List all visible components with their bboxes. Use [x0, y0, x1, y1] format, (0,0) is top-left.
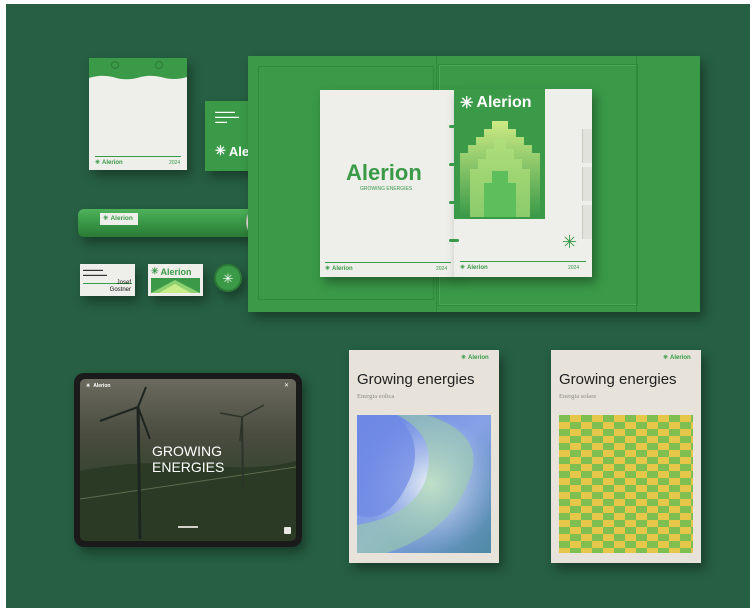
asterisk-icon: ✳ — [325, 266, 331, 272]
badge-card-logo: ✳ Alerion — [151, 266, 192, 277]
notepad-torn-edge — [89, 74, 187, 80]
book-wind-title: Growing energies — [357, 371, 475, 388]
badge-card-pattern — [151, 278, 200, 293]
tablet-scroll-indicator[interactable] — [178, 526, 198, 528]
business-card-first-name: Josef — [116, 280, 131, 286]
notepad-logo: ✳ Alerion — [95, 159, 123, 167]
asterisk-icon: ✳ — [215, 143, 226, 158]
tablet-headline-line1: GROWING — [152, 443, 222, 459]
asterisk-icon: ✳ — [95, 160, 101, 166]
binder-ring-1 — [449, 125, 459, 128]
book-solar: ✳ Alerion Growing energies Energia solare — [551, 350, 701, 563]
notepad-rule — [95, 156, 181, 157]
book-wind-logo: ✳ Alerion — [461, 354, 489, 362]
binder-ring-4 — [449, 239, 459, 242]
tube: ✳ Alerion — [78, 209, 254, 237]
asterisk-icon: ✳ — [562, 232, 578, 252]
business-card: ▬▬▬▬▬ ▬▬▬▬▬▬ Josef Gostner — [80, 264, 135, 296]
book-solar-checker-pattern — [559, 415, 693, 553]
tube-logo: ✳ Alerion — [103, 214, 133, 223]
folder-document-tagline: GROWING ENERGIES — [360, 186, 413, 192]
asterisk-icon: ✳ — [222, 270, 234, 286]
asterisk-icon: ✳ — [151, 266, 159, 276]
tablet-logo: ✳ Alerion — [86, 383, 111, 389]
binder-footer-logo: ✳ Alerion — [460, 264, 488, 272]
notepad-ring-left — [111, 61, 119, 69]
book-solar-title: Growing energies — [559, 371, 677, 388]
binder-ring-2 — [449, 163, 459, 166]
book-wind-subtitle: Energia eolica — [357, 393, 395, 400]
binder-rule — [460, 261, 586, 262]
binder-stepped-pattern — [460, 113, 540, 217]
folder-document-footer-logo: ✳ Alerion — [325, 265, 353, 273]
notepad-ring-right — [155, 61, 163, 69]
binder-tab-2 — [582, 167, 592, 201]
book-solar-subtitle: Energia solare — [559, 393, 597, 400]
round-sticker: ✳ — [214, 264, 242, 292]
badge-card: ✳ Alerion — [148, 264, 203, 296]
book-wind: ✳ Alerion Growing energies Energia eolica — [349, 350, 499, 563]
folder-document-year: 2024 — [436, 266, 448, 272]
asterisk-icon: ✳ — [460, 265, 466, 271]
book-solar-logo: ✳ Alerion — [663, 354, 691, 362]
business-card-last-name: Gostner — [109, 287, 131, 293]
tablet-menu-button[interactable] — [284, 527, 291, 534]
folder-document-logo: Alerion — [346, 160, 422, 185]
tablet-screen: ✳ Alerion ✕ GROWING ENERGIES — [80, 379, 296, 541]
folder-document-rule — [325, 262, 451, 263]
binder-tab-3 — [582, 205, 592, 239]
asterisk-icon: ✳ — [460, 95, 474, 112]
business-card-info: ▬▬▬▬▬ ▬▬▬▬▬▬ — [83, 267, 107, 277]
binder-tab-1 — [582, 129, 592, 163]
tablet: ✳ Alerion ✕ GROWING ENERGIES — [74, 373, 302, 547]
asterisk-icon: ✳ — [663, 355, 669, 361]
book-wind-spiral-pattern — [357, 415, 491, 553]
notepad-top-band — [89, 58, 187, 74]
tablet-headline-line2: ENERGIES — [152, 459, 225, 475]
notepad-year: 2024 — [169, 160, 181, 166]
folder-document: Alerion GROWING ENERGIES ✳ Alerion 2024 — [320, 90, 456, 277]
asterisk-icon: ✳ — [86, 383, 91, 389]
binder-ring-3 — [449, 201, 459, 204]
asterisk-icon: ✳ — [461, 355, 467, 361]
binder-logo: ✳ Alerion — [460, 94, 532, 112]
binder: ✳ Alerion ✳ ✳ Alerion 2024 — [449, 89, 592, 277]
asterisk-icon: ✳ — [103, 215, 109, 222]
binder-year: 2024 — [568, 265, 580, 271]
close-icon[interactable]: ✕ — [284, 382, 289, 389]
folder-crease-right — [636, 56, 637, 312]
notepad: ✳ Alerion 2024 — [89, 58, 187, 170]
